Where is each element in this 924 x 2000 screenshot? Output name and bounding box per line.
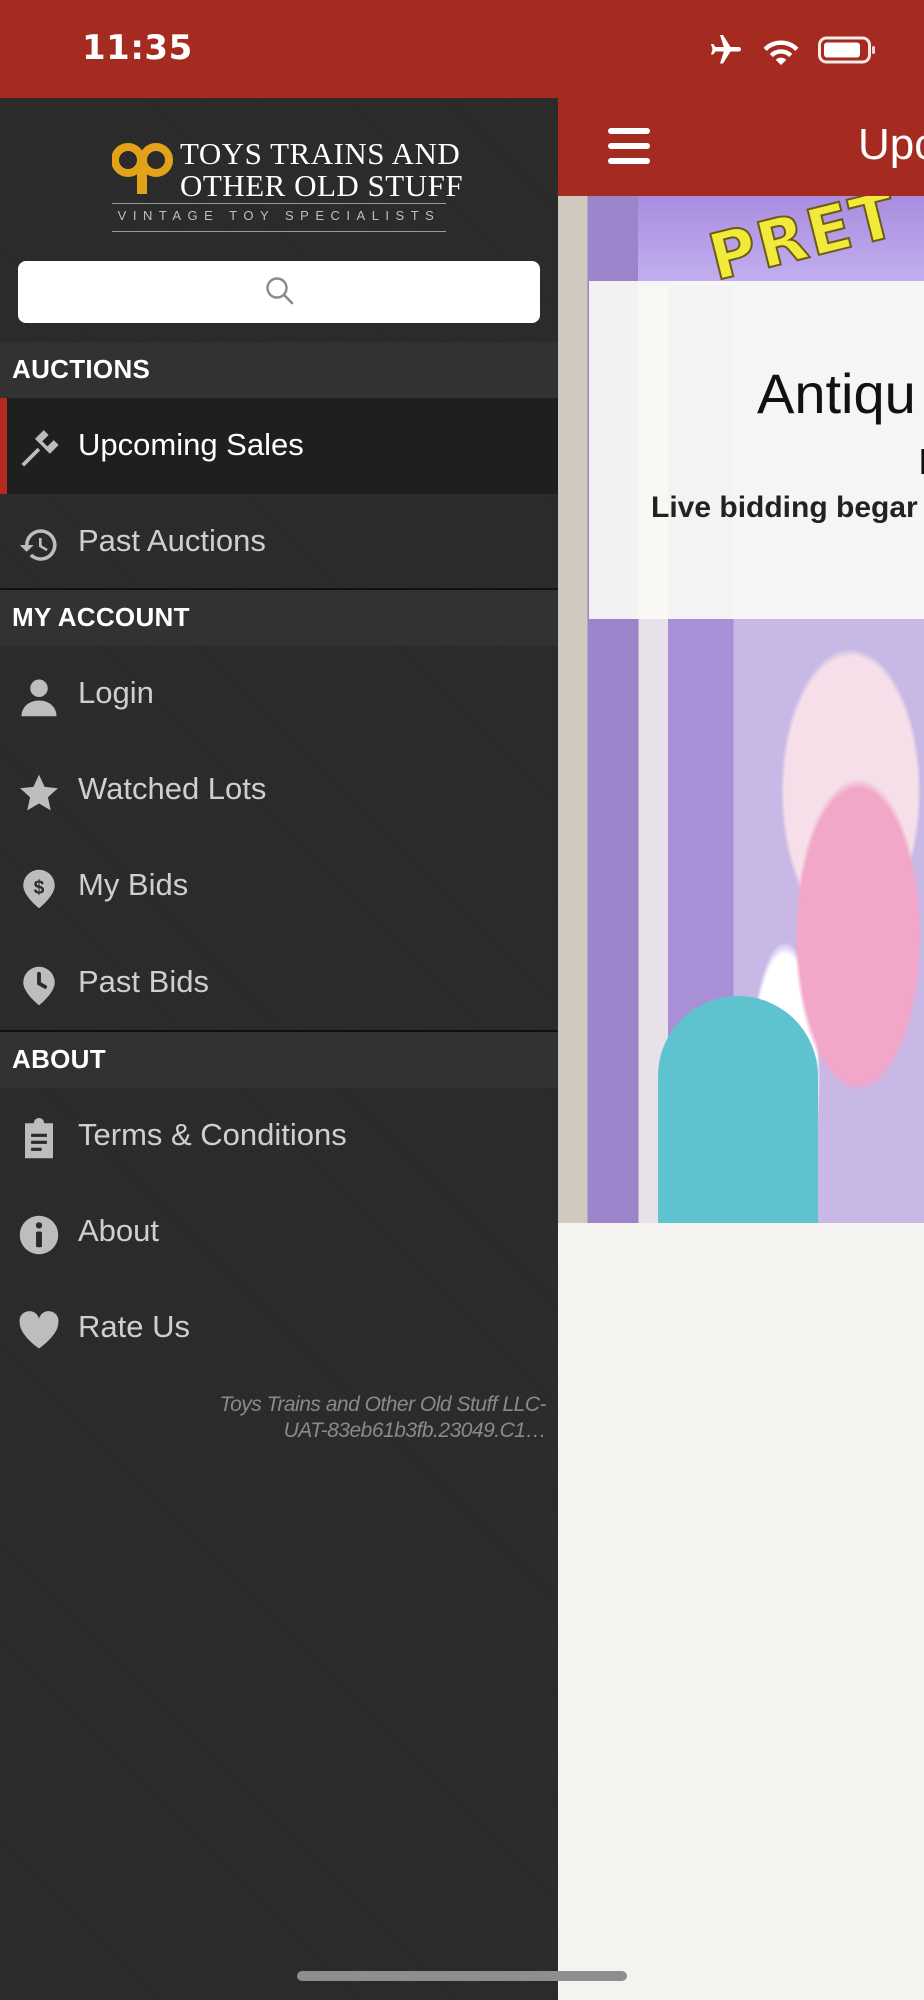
search-field[interactable]	[18, 261, 540, 323]
status-bar: 11:35	[0, 0, 924, 98]
nav-item-about[interactable]: About	[0, 1184, 558, 1280]
status-icons	[708, 32, 876, 68]
logo-line-1: TOYS TRAINS AND	[180, 136, 461, 171]
airplane-icon	[711, 35, 741, 64]
nav-item-label: Watched Lots	[78, 771, 267, 806]
star-icon	[20, 774, 58, 811]
nav-item-watched-lots[interactable]: Watched Lots	[0, 742, 558, 838]
nav-item-terms-conditions[interactable]: Terms & Conditions	[0, 1088, 558, 1184]
nav-item-past-bids[interactable]: Past Bids	[0, 935, 558, 1031]
hero-decoration	[658, 996, 818, 1223]
nav-item-my-bids[interactable]: $ My Bids	[0, 838, 558, 934]
nav-item-label: About	[78, 1213, 160, 1248]
auction-card-subtitle: I	[919, 441, 924, 483]
logo-tagline: VINTAGE TOY SPECIALISTS	[117, 208, 441, 223]
nav-item-login[interactable]: Login	[0, 646, 558, 742]
nav-item-label: Past Auctions	[78, 523, 266, 558]
nav-item-rate-us[interactable]: Rate Us	[0, 1280, 558, 1376]
home-indicator[interactable]	[297, 1971, 627, 1981]
section-header-my-account: MY ACCOUNT	[0, 590, 558, 646]
svg-text:$: $	[34, 877, 45, 898]
clock-pin-icon	[23, 966, 55, 1006]
auction-info-card[interactable]: Antiqu I Live bidding begar	[589, 281, 924, 619]
status-time: 11:35	[82, 28, 193, 68]
section-header-auctions: AUCTIONS	[0, 342, 558, 398]
logo-line-2: OTHER OLD STUFF	[180, 168, 464, 203]
clipboard-icon	[25, 1118, 53, 1159]
user-icon	[21, 679, 57, 717]
nav-item-label: My Bids	[78, 867, 189, 902]
auction-card-status: Live bidding begar	[651, 491, 918, 524]
nav-item-upcoming-sales[interactable]: Upcoming Sales	[0, 398, 558, 494]
gavel-icon	[21, 430, 59, 467]
auction-card-title: Antiqu	[757, 362, 916, 425]
wifi-icon	[763, 40, 799, 65]
app-version-line-2: UAT-83eb61b3fb.23049.C1…	[283, 1419, 547, 1442]
main-header: Upc	[558, 98, 924, 196]
app-version: Toys Trains and Other Old Stuff LLC- UAT…	[66, 1392, 547, 1444]
active-indicator	[0, 398, 7, 494]
navigation-drawer: TOYS TRAINS AND OTHER OLD STUFF VINTAGE …	[0, 98, 558, 2000]
nav-item-label: Login	[78, 675, 154, 710]
logo-rule	[112, 231, 446, 232]
dollar-pin-icon: $	[23, 869, 55, 909]
nav-item-label: Terms & Conditions	[78, 1117, 347, 1152]
windup-key-icon	[112, 143, 173, 194]
heart-icon	[19, 1311, 59, 1349]
battery-icon	[818, 36, 875, 64]
app-version-line-1: Toys Trains and Other Old Stuff LLC-	[219, 1393, 547, 1416]
info-icon	[19, 1215, 59, 1255]
nav-item-label: Upcoming Sales	[78, 427, 304, 462]
nav-item-past-auctions[interactable]: Past Auctions	[0, 494, 558, 590]
search-icon	[266, 277, 294, 305]
nav-item-label: Rate Us	[78, 1309, 190, 1344]
brand-logo: TOYS TRAINS AND OTHER OLD STUFF VINTAGE …	[110, 136, 463, 238]
page-title: Upc	[858, 120, 924, 169]
history-icon	[19, 529, 57, 561]
nav-item-label: Past Bids	[78, 964, 209, 999]
logo-rule	[112, 203, 446, 204]
section-header-about: ABOUT	[0, 1032, 558, 1088]
hamburger-menu-icon[interactable]	[608, 128, 652, 164]
